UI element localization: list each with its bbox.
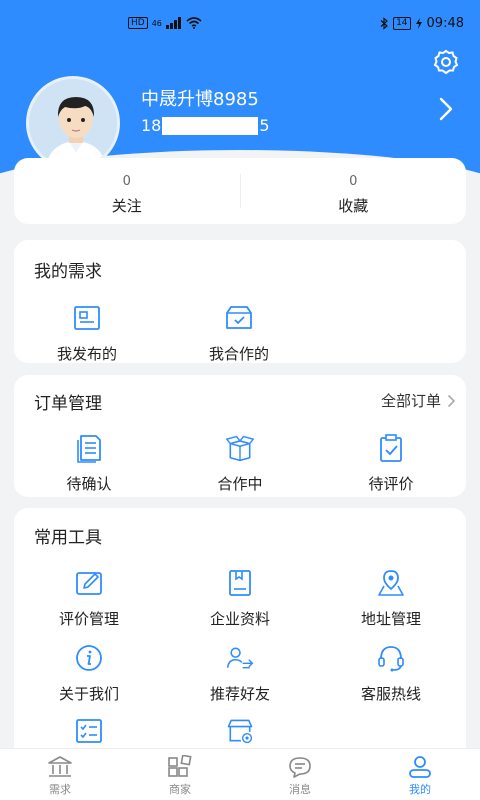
chat-icon (289, 757, 311, 778)
avatar-frame (26, 76, 120, 170)
status-bar: HD 46 14 09:48 (0, 0, 480, 48)
system-indicators: 14 09:48 (380, 16, 464, 31)
follow-label: 关注 (111, 197, 142, 215)
signal-icon (165, 17, 181, 29)
my-requirements-title: 我的需求 (34, 262, 102, 282)
all-orders-link[interactable]: 全部订单 (381, 390, 456, 411)
orders-card: 订单管理 全部订单 待确认 合作中 待评价 (14, 375, 466, 497)
store-settings-icon (227, 719, 253, 744)
tab-merchants-label: 商家 (169, 783, 191, 796)
address-management-button[interactable]: 地址管理 (331, 568, 451, 629)
my-published-button[interactable]: 我发布的 (27, 303, 147, 364)
my-cooperated-label: 我合作的 (208, 345, 269, 363)
bank-icon (48, 756, 72, 777)
grid-icon (168, 755, 192, 777)
phone-prefix: 18 (141, 116, 162, 135)
battery-level: 14 (393, 17, 411, 30)
tab-messages-label: 消息 (289, 783, 311, 796)
tab-mine[interactable]: 我的 (360, 749, 480, 800)
tab-mine-label: 我的 (409, 783, 431, 796)
review-management-button[interactable]: 评价管理 (29, 568, 149, 629)
my-cooperated-button[interactable]: 我合作的 (179, 303, 299, 364)
edit-icon (76, 572, 102, 595)
pending-confirm-label: 待确认 (66, 475, 112, 493)
bluetooth-icon (380, 17, 388, 30)
favorites-count: 0 (349, 174, 358, 189)
charging-icon (415, 18, 422, 29)
stats-card: 0 关注 0 收藏 (14, 158, 466, 224)
network-indicators: HD 46 (128, 17, 202, 29)
map-pin-icon (378, 570, 404, 596)
wifi-icon (186, 17, 202, 29)
info-icon (76, 645, 102, 671)
avatar[interactable] (26, 76, 120, 170)
follow-count: 0 (122, 174, 131, 189)
address-management-label: 地址管理 (360, 610, 421, 628)
tab-requirements-label: 需求 (49, 783, 71, 796)
recommend-friend-button[interactable]: 推荐好友 (180, 643, 300, 704)
box-icon (225, 435, 255, 462)
recommend-friend-label: 推荐好友 (209, 685, 270, 703)
phone-suffix: 5 (259, 116, 270, 135)
clock: 09:48 (426, 16, 464, 31)
chevron-right-icon[interactable] (436, 96, 456, 122)
user-phone: 18 5 (141, 116, 270, 135)
tab-messages[interactable]: 消息 (240, 749, 360, 800)
in-cooperation-button[interactable]: 合作中 (180, 433, 300, 494)
user-name: 中晟升博8985 (141, 89, 259, 110)
review-management-label: 评价管理 (58, 610, 119, 628)
inbox-check-icon (226, 306, 252, 329)
company-profile-label: 企业资料 (209, 610, 270, 628)
clipboard-check-icon (380, 434, 402, 462)
document-icon (74, 306, 100, 330)
company-profile-button[interactable]: 企业资料 (180, 568, 300, 629)
tab-requirements[interactable]: 需求 (0, 749, 120, 800)
pending-confirm-button[interactable]: 待确认 (29, 433, 149, 494)
settings-gear-icon[interactable] (432, 48, 460, 76)
phone-redaction (162, 116, 259, 135)
orders-title: 订单管理 (34, 394, 102, 414)
pending-review-label: 待评价 (368, 475, 414, 493)
checklist-icon (76, 719, 102, 743)
customer-hotline-button[interactable]: 客服热线 (331, 643, 451, 704)
user-icon (409, 756, 431, 778)
my-requirements-card: 我的需求 我发布的 我合作的 (14, 240, 466, 363)
company-book-icon (229, 570, 251, 596)
stat-favorites[interactable]: 0 收藏 (241, 158, 467, 224)
headset-icon (378, 646, 404, 672)
tab-merchants[interactable]: 商家 (120, 749, 240, 800)
customer-hotline-label: 客服热线 (360, 685, 421, 703)
bottom-tab-bar: 需求 商家 消息 我的 (0, 748, 480, 800)
pending-review-button[interactable]: 待评价 (331, 433, 451, 494)
chevron-right-icon (447, 394, 456, 407)
share-user-icon (226, 647, 254, 669)
in-cooperation-label: 合作中 (217, 475, 263, 493)
about-us-label: 关于我们 (58, 685, 119, 703)
about-us-button[interactable]: 关于我们 (29, 643, 149, 704)
stat-follow[interactable]: 0 关注 (14, 158, 240, 224)
tools-card: 常用工具 评价管理 企业资料 地址管理 关于我们 推荐好友 客服热线 (14, 508, 466, 768)
file-list-icon (77, 435, 101, 463)
favorites-label: 收藏 (338, 197, 369, 215)
all-orders-label: 全部订单 (380, 392, 441, 410)
hd-badge: HD (128, 17, 148, 29)
my-published-label: 我发布的 (56, 345, 117, 363)
tools-title: 常用工具 (34, 528, 102, 548)
signal-generation: 46 (151, 18, 162, 28)
